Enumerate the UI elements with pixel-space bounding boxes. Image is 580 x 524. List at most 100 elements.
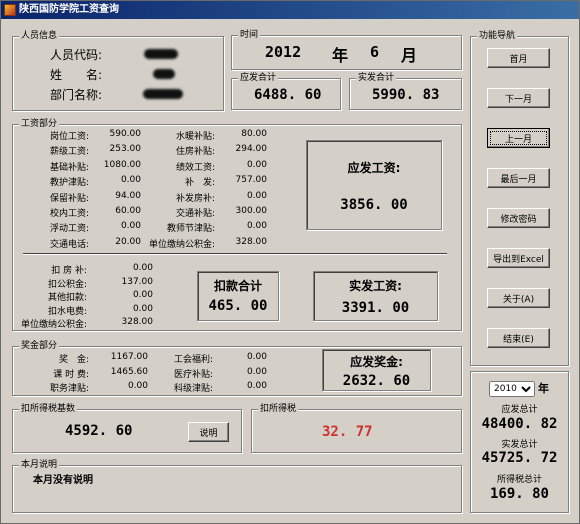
deduction-item-label: 扣公积金:: [47, 279, 87, 290]
salary-item-label: 单位缴纳公积金:: [148, 239, 215, 250]
salary-item-value: 590.00: [109, 129, 142, 139]
yearly-payable-label: 应发总计: [501, 405, 538, 415]
salary-item-label: 补发房补:: [175, 193, 215, 204]
person-info-group: 人员信息 人员代码: 姓 名: 部门名称:: [12, 30, 224, 111]
person-info-legend: 人员信息: [19, 30, 60, 42]
redacted-code: [144, 49, 178, 59]
salary-item-label: 住房补贴:: [175, 147, 215, 158]
bonus-item-label: 工会福利:: [173, 355, 213, 365]
month-note-text: 本月没有说明: [33, 475, 93, 486]
salary-item-value: 757.00: [235, 175, 268, 186]
tax-value: 32. 77: [322, 424, 373, 440]
tax-base-legend: 扣所得税基数: [19, 403, 78, 415]
next-month-button[interactable]: 下一月: [487, 88, 550, 108]
salary-item-value: 0.00: [246, 221, 267, 232]
bonus-item-label: 科级津贴:: [173, 384, 213, 394]
time-month-unit: 月: [401, 46, 418, 65]
time-month: 6: [370, 43, 380, 61]
tax-base-group: 扣所得税基数 4592. 60 说明: [12, 403, 242, 453]
yearly-actual-label: 实发总计: [501, 440, 538, 450]
salary-item-value: 0.00: [120, 221, 141, 232]
tax-group: 扣所得税 32. 77: [251, 403, 462, 453]
salary-item-value: 20.00: [115, 236, 141, 247]
salary-item-value: 1080.00: [103, 159, 141, 170]
section-divider: [23, 253, 447, 255]
salary-item-label: 教师节津贴:: [166, 224, 215, 235]
actual-salary-label: 实发工资:: [349, 279, 402, 293]
yearly-actual-value: 45725. 72: [481, 450, 558, 466]
bonus-item-value: 1465.60: [110, 366, 148, 377]
salary-item-value: 253.00: [109, 144, 142, 155]
window-title: 陕西国防学院工资查询: [19, 4, 119, 15]
salary-item-label: 交通补贴:: [175, 209, 215, 219]
nav-group: 功能导航 首月下一月上一月最后一月修改密码导出到Excel 关于(A) 结束(E): [470, 30, 569, 366]
bonus-item-label: 课 时 费:: [53, 369, 89, 380]
month-note-legend: 本月说明: [19, 459, 60, 471]
exit-button[interactable]: 结束(E): [487, 328, 550, 348]
bonus-item-label: 职务津贴:: [49, 384, 89, 394]
change-password-button[interactable]: 修改密码: [487, 208, 550, 228]
first-month-button[interactable]: 首月: [487, 48, 550, 68]
deduction-item-label: 扣水电费:: [47, 306, 87, 317]
bonus-total-label: 应发奖金:: [350, 355, 403, 369]
bonus-item-value: 0.00: [127, 381, 148, 391]
salary-item-value: 94.00: [115, 190, 141, 201]
yearly-tax-value: 169. 80: [489, 486, 549, 502]
actual-salary-value: 3391. 00: [341, 300, 410, 316]
deduction-total-panel: 扣款合计 465. 00: [197, 271, 279, 321]
deduction-total-label: 扣款合计: [213, 279, 262, 293]
tax-legend: 扣所得税: [258, 403, 299, 415]
bonus-total-value: 2632. 60: [342, 373, 411, 389]
explain-button[interactable]: 说明: [188, 422, 229, 442]
bonus-item-value: 0.00: [246, 366, 267, 377]
actual-total-group: 实发合计 5990. 83: [349, 72, 462, 110]
bonus-item-value: 0.00: [246, 352, 267, 362]
bonus-group: 奖金部分 奖 金: 1167.00 课 时 费: 1465.60 职务津贴: 0.00 工…: [12, 340, 462, 396]
salary-item-label: 薪级工资:: [49, 147, 89, 158]
nav-legend: 功能导航: [477, 30, 518, 42]
salary-item-label: 岗位工资:: [49, 132, 89, 142]
last-month-button[interactable]: 最后一月: [487, 168, 550, 188]
salary-item-value: 300.00: [235, 206, 268, 216]
time-year: 2012: [265, 43, 302, 61]
payable-total-value: 6488. 60: [254, 87, 322, 103]
department-label: 部门名称:: [50, 88, 103, 102]
month-note-group: 本月说明 本月没有说明: [12, 459, 462, 513]
year-select[interactable]: 2010: [489, 381, 535, 397]
salary-item-value: 294.00: [235, 144, 268, 155]
deduction-item-value: 0.00: [132, 303, 153, 314]
salary-item-value: 0.00: [120, 175, 141, 186]
tax-base-value: 4592. 60: [65, 423, 133, 439]
deduction-item-label: 扣 房 补:: [51, 266, 87, 276]
deduction-item-label: 其他扣款:: [47, 293, 87, 303]
actual-total-legend: 实发合计: [356, 72, 397, 84]
payable-total-group: 应发合计 6488. 60: [231, 72, 341, 110]
salary-item-label: 教护津贴:: [49, 178, 89, 189]
time-year-unit: 年: [332, 46, 349, 65]
bonus-item-value: 1167.00: [110, 352, 148, 362]
deduction-item-value: 0.00: [132, 263, 153, 273]
about-button[interactable]: 关于(A): [487, 288, 550, 308]
deduction-item-value: 137.00: [121, 276, 154, 287]
salary-item-value: 80.00: [241, 129, 267, 139]
salary-item-value: 328.00: [235, 236, 268, 247]
bonus-item-value: 0.00: [246, 381, 267, 391]
deduction-item-label: 单位缴纳公积金:: [20, 320, 87, 330]
salary-item-label: 水暖补贴:: [175, 132, 215, 142]
deduction-total-value: 465. 00: [208, 298, 268, 314]
title-bar: 陕西国防学院工资查询: [1, 1, 579, 19]
time-group: 时间 2012 年 6 月: [231, 29, 462, 70]
payable-salary-label: 应发工资:: [347, 161, 401, 175]
yearly-summary-group: 2010 年 应发总计 48400. 82 实发总计 45725. 72 所得税…: [470, 371, 569, 513]
person-code-label: 人员代码:: [50, 48, 103, 62]
prev-month-button[interactable]: 上一月: [487, 128, 550, 148]
person-name-label: 姓 名:: [50, 68, 103, 82]
bonus-legend: 奖金部分: [19, 340, 60, 352]
yearly-payable-value: 48400. 82: [481, 416, 558, 432]
actual-salary-panel: 实发工资: 3391. 00: [313, 271, 438, 321]
redacted-department: [143, 89, 183, 99]
salary-item-label: 校内工资:: [49, 209, 89, 219]
salary-item-label: 保留补贴:: [49, 193, 89, 204]
app-icon: [4, 4, 16, 16]
export-excel-button[interactable]: 导出到Excel: [487, 248, 550, 268]
